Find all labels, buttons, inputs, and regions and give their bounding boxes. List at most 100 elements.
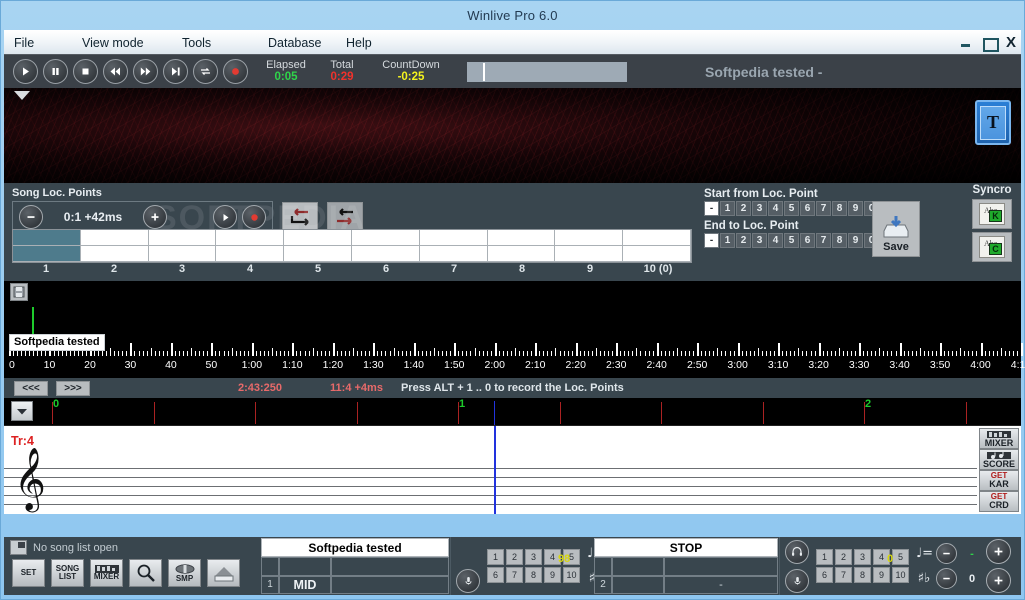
start-digit[interactable]: 9	[848, 201, 863, 216]
loc-grid-cell[interactable]	[419, 246, 488, 262]
swap-loc-points-button[interactable]	[327, 202, 363, 232]
menu-item-view-mode[interactable]: View mode	[82, 34, 182, 52]
play-button[interactable]	[13, 59, 38, 84]
pad-button[interactable]: 1	[487, 549, 504, 565]
set-button[interactable]: SET	[12, 559, 45, 587]
save-button[interactable]: Save	[872, 201, 920, 257]
start-digit[interactable]: 7	[816, 201, 831, 216]
loc-grid-cell[interactable]	[148, 246, 217, 262]
loc-decrement-button[interactable]	[19, 205, 43, 229]
end-digit[interactable]: 9	[848, 233, 863, 248]
loc-grid-cell[interactable]	[148, 230, 217, 246]
sidebar-button-mixer[interactable]: MIXER	[979, 428, 1019, 449]
pad-button[interactable]: 6	[487, 567, 504, 583]
seek-slider-handle[interactable]	[483, 62, 485, 81]
syncro-karaoke-button[interactable]: K	[972, 199, 1012, 229]
score-staff-area[interactable]: Tr:4 𝄞 MIXER SCORE GET KAR GET CRD	[4, 426, 1021, 514]
sidebar-button-score[interactable]: SCORE	[979, 449, 1019, 470]
key-decrement-button[interactable]	[936, 568, 957, 589]
pad-button[interactable]: 10	[563, 567, 580, 583]
loc-record-button[interactable]	[242, 205, 266, 229]
record-button[interactable]	[223, 59, 248, 84]
loc-grid-cell[interactable]	[419, 230, 488, 246]
close-button[interactable]: X	[1005, 35, 1017, 50]
channel-b-headphones-button[interactable]	[785, 539, 809, 564]
end-digit[interactable]: 6	[800, 233, 815, 248]
menu-item-tools[interactable]: Tools	[182, 34, 268, 52]
nav-next-button[interactable]: >>>	[56, 380, 90, 396]
end-digit[interactable]: 4	[768, 233, 783, 248]
maximize-button[interactable]	[982, 36, 999, 52]
loc-grid-cell[interactable]	[623, 230, 691, 246]
smp-button[interactable]: SMP	[168, 559, 201, 587]
fast-forward-button[interactable]	[133, 59, 158, 84]
syncro-chords-button[interactable]: C	[972, 232, 1012, 262]
pad-button[interactable]: 10	[892, 567, 909, 583]
end-digit[interactable]: -	[704, 233, 719, 248]
pad-button[interactable]: 2	[506, 549, 523, 565]
pause-button[interactable]	[43, 59, 68, 84]
end-digit[interactable]: 8	[832, 233, 847, 248]
tempo-increment-button[interactable]	[986, 539, 1011, 564]
start-digit[interactable]: 4	[768, 201, 783, 216]
end-digit[interactable]: 5	[784, 233, 799, 248]
chevron-down-icon[interactable]	[14, 91, 30, 100]
pad-button[interactable]: 9	[544, 567, 561, 583]
stop-button[interactable]	[73, 59, 98, 84]
tempo-decrement-button[interactable]	[936, 543, 957, 564]
next-track-button[interactable]	[163, 59, 188, 84]
pad-button[interactable]: 7	[506, 567, 523, 583]
measure-marker-strip[interactable]: 0123	[4, 398, 1021, 426]
text-overlay-button[interactable]: T	[975, 100, 1011, 145]
end-digit[interactable]: 1	[720, 233, 735, 248]
pad-button[interactable]: 1	[816, 549, 833, 565]
seek-slider[interactable]	[467, 61, 627, 82]
save-wave-button[interactable]	[10, 283, 28, 301]
loc-grid-cell[interactable]	[216, 246, 285, 262]
start-digit[interactable]: 6	[800, 201, 815, 216]
pad-button[interactable]: 3	[525, 549, 542, 565]
loc-grid-cell[interactable]	[487, 246, 556, 262]
pad-button[interactable]: 2	[835, 549, 852, 565]
start-digit[interactable]: 1	[720, 201, 735, 216]
loc-grid-cell[interactable]	[352, 230, 420, 246]
start-digit[interactable]: 3	[752, 201, 767, 216]
loc-grid-cell[interactable]	[487, 230, 556, 246]
loc-grid-cell[interactable]	[13, 246, 81, 262]
loc-grid-cell[interactable]	[80, 246, 149, 262]
song-list-button[interactable]: SONG LIST	[51, 559, 84, 587]
loc-grid-cell[interactable]	[80, 230, 149, 246]
end-digit[interactable]: 7	[816, 233, 831, 248]
end-digit[interactable]: 3	[752, 233, 767, 248]
menu-item-file[interactable]: File	[14, 34, 82, 52]
menu-item-database[interactable]: Database	[268, 34, 346, 52]
channel-a-mic-button[interactable]	[456, 568, 480, 593]
menu-item-help[interactable]: Help	[346, 34, 406, 52]
pad-button[interactable]: 8	[854, 567, 871, 583]
rewind-button[interactable]	[103, 59, 128, 84]
pad-button[interactable]: 7	[835, 567, 852, 583]
start-digit[interactable]: 8	[832, 201, 847, 216]
start-loc-point-digits[interactable]: - 1 2 3 4 5 6 7 8 9 0	[704, 201, 880, 216]
loc-grid-cell[interactable]	[284, 230, 352, 246]
start-digit[interactable]: 5	[784, 201, 799, 216]
loc-grid-cell[interactable]	[352, 246, 420, 262]
sidebar-button-get-crd[interactable]: GET CRD	[979, 491, 1019, 512]
sidebar-button-get-kar[interactable]: GET KAR	[979, 470, 1019, 491]
end-loc-point-digits[interactable]: - 1 2 3 4 5 6 7 8 9 0	[704, 233, 880, 248]
loop-loc-points-button[interactable]	[282, 202, 318, 232]
loc-grid-cell[interactable]	[13, 230, 81, 246]
loc-grid-cell[interactable]	[623, 246, 691, 262]
loc-points-grid[interactable]	[12, 229, 692, 263]
key-increment-button[interactable]	[986, 568, 1011, 593]
nav-prev-button[interactable]: <<<	[14, 380, 48, 396]
loc-grid-cell[interactable]	[284, 246, 352, 262]
pad-button[interactable]: 6	[816, 567, 833, 583]
loc-grid-cell[interactable]	[216, 230, 285, 246]
track-select-dropdown[interactable]	[11, 401, 33, 421]
loc-increment-button[interactable]	[143, 205, 167, 229]
minimize-button[interactable]	[959, 36, 973, 50]
mixer-button[interactable]: MIXER	[90, 559, 123, 587]
channel-b-pad-grid[interactable]: 1 2 3 4 5 6 7 8 9 10	[816, 549, 909, 583]
pad-button[interactable]: 3	[854, 549, 871, 565]
